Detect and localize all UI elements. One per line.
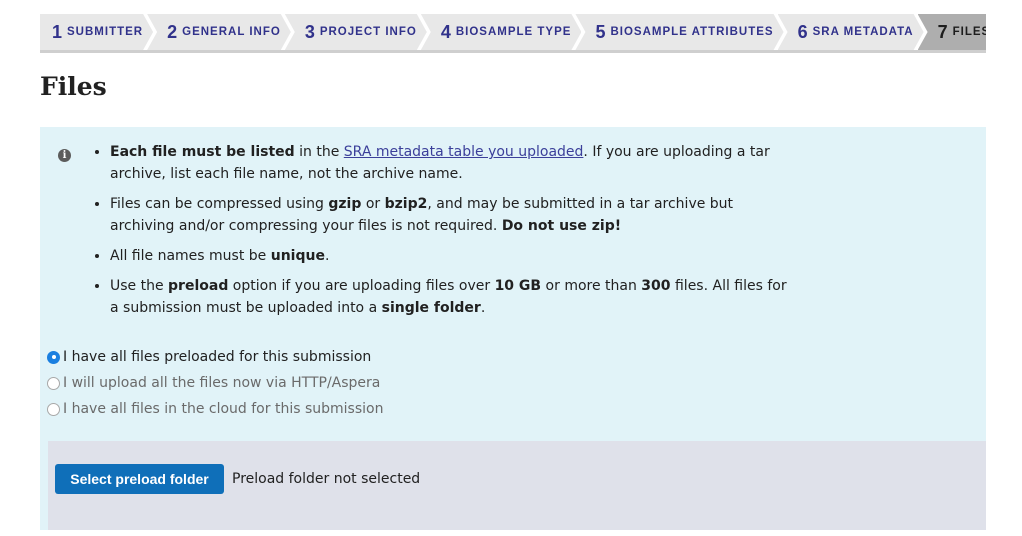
file-guidelines-list: Each file must be listed in the SRA meta… <box>92 141 790 327</box>
step-project-info[interactable]: 3 PROJECT INFO <box>285 14 427 50</box>
radio-http-aspera[interactable] <box>47 376 60 390</box>
option-http-aspera[interactable]: I will upload all the files now via HTTP… <box>47 370 383 396</box>
info-icon: i <box>58 149 71 162</box>
upload-method-group: I have all files preloaded for this subm… <box>47 344 383 422</box>
page-title: Files <box>40 72 107 101</box>
guideline-unique: All file names must be unique. <box>110 245 790 267</box>
step-biosample-attributes[interactable]: 5 BIOSAMPLE ATTRIBUTES <box>575 14 783 50</box>
sra-metadata-link[interactable]: SRA metadata table you uploaded <box>344 144 584 160</box>
step-files[interactable]: 7FILES <box>918 14 986 50</box>
radio-cloud[interactable] <box>47 402 60 416</box>
files-info-panel: i Each file must be listed in the SRA me… <box>40 127 986 530</box>
select-preload-folder-button[interactable]: Select preload folder <box>55 464 224 494</box>
radio-preloaded[interactable] <box>47 350 60 364</box>
step-biosample-type[interactable]: 4 BIOSAMPLE TYPE <box>421 14 582 50</box>
preload-folder-panel: Select preload folder Preload folder not… <box>48 441 986 530</box>
guideline-compression: Files can be compressed using gzip or bz… <box>110 193 790 237</box>
guideline-listed: Each file must be listed in the SRA meta… <box>110 141 790 185</box>
preload-folder-status: Preload folder not selected <box>232 471 421 487</box>
step-submitter[interactable]: 1 SUBMITTER <box>40 14 153 50</box>
option-preloaded[interactable]: I have all files preloaded for this subm… <box>47 344 383 370</box>
wizard-steps: 1 SUBMITTER 2 GENERAL INFO 3 PROJECT INFO 4… <box>40 14 986 53</box>
option-cloud[interactable]: I have all files in the cloud for this s… <box>47 396 383 422</box>
guideline-preload: Use the preload option if you are upload… <box>110 275 790 319</box>
step-general-info[interactable]: 2 GENERAL INFO <box>147 14 291 50</box>
step-sra-metadata[interactable]: 6 SRA METADATA <box>778 14 924 50</box>
